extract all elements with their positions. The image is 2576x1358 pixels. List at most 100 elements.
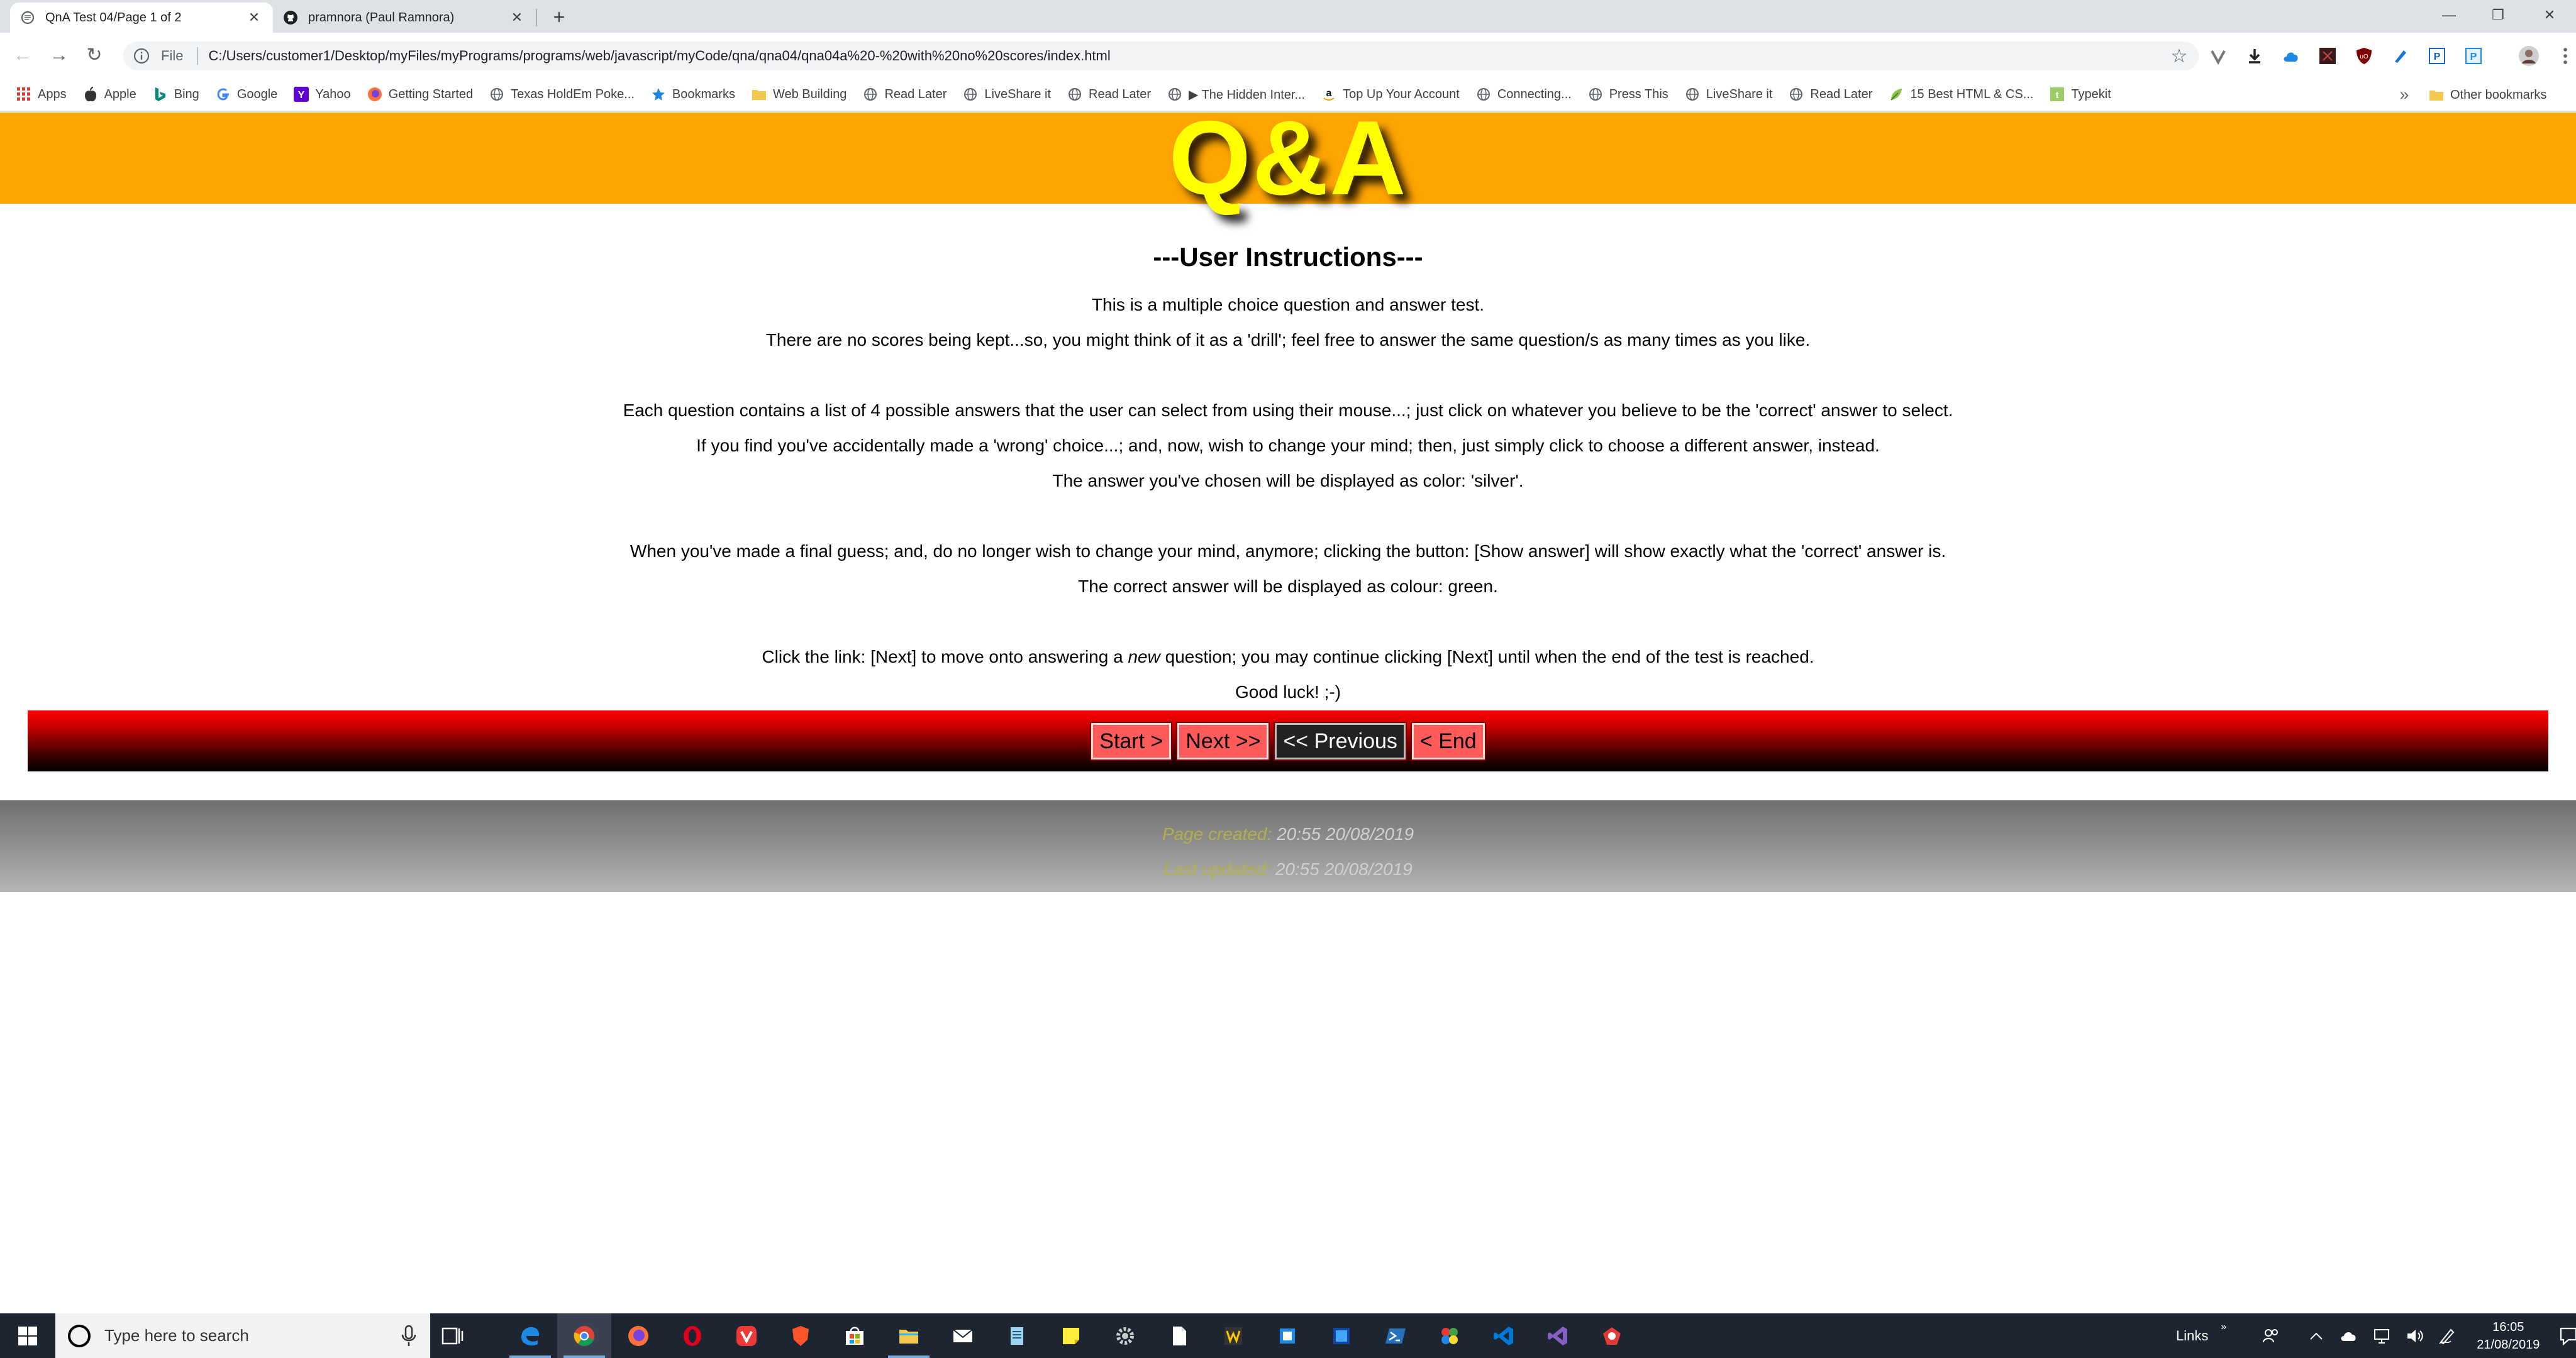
avatar[interactable] bbox=[2518, 45, 2540, 67]
close-icon[interactable]: ✕ bbox=[508, 9, 526, 26]
address-bar[interactable]: File C:/Users/customer1/Desktop/myFiles/… bbox=[123, 41, 2199, 70]
vivaldi-extension-icon[interactable] bbox=[2207, 45, 2229, 67]
taskbar-apps bbox=[503, 1313, 1639, 1358]
bookmark-item[interactable]: Y Yahoo bbox=[294, 87, 351, 102]
back-arrow-icon[interactable]: ← bbox=[9, 41, 36, 69]
bookmark-label: 15 Best HTML & CS... bbox=[1910, 87, 2034, 101]
globe-icon bbox=[863, 87, 878, 102]
bookmark-item[interactable]: LiveShare it bbox=[1685, 87, 1772, 102]
leaf-icon bbox=[1889, 87, 1904, 102]
previous-button[interactable]: << Previous bbox=[1274, 721, 1407, 761]
navigation-bar: Start > Next >> << Previous < End bbox=[28, 710, 2548, 771]
app-red-icon[interactable] bbox=[1585, 1313, 1639, 1358]
page-icon bbox=[21, 11, 35, 25]
windows-start-icon[interactable] bbox=[0, 1313, 55, 1358]
bookmark-item[interactable]: t Typekit bbox=[2050, 87, 2111, 102]
bookmark-item[interactable]: 15 Best HTML & CS... bbox=[1889, 87, 2033, 102]
bookmark-item[interactable]: Read Later bbox=[863, 87, 947, 102]
restore-icon[interactable]: ❐ bbox=[2483, 4, 2513, 26]
vivaldi-icon[interactable] bbox=[719, 1313, 774, 1358]
links-toolbar[interactable]: Links bbox=[2176, 1328, 2208, 1344]
instruction-paragraph: Each question contains a list of 4 possi… bbox=[623, 400, 1953, 420]
document-icon[interactable] bbox=[1152, 1313, 1206, 1358]
app-blue-icon[interactable] bbox=[1260, 1313, 1314, 1358]
brave-icon[interactable] bbox=[774, 1313, 828, 1358]
volume-icon[interactable] bbox=[2405, 1327, 2424, 1345]
bookmark-item[interactable]: Read Later bbox=[1789, 87, 1872, 102]
instruction-paragraph: This is a multiple choice question and a… bbox=[1091, 295, 1485, 314]
tab-active[interactable]: QnA Test 04/Page 1 of 2 ✕ bbox=[10, 3, 273, 33]
tab-inactive[interactable]: pramnora (Paul Ramnora) ✕ bbox=[273, 3, 536, 33]
chrome-icon[interactable] bbox=[557, 1313, 611, 1358]
microphone-icon[interactable] bbox=[400, 1325, 418, 1347]
download-icon[interactable] bbox=[2244, 45, 2265, 67]
file-explorer-icon[interactable] bbox=[882, 1313, 936, 1358]
bookmark-item[interactable]: Texas HoldEm Poke... bbox=[489, 87, 635, 102]
bookmark-item[interactable]: Read Later bbox=[1067, 87, 1151, 102]
start-button[interactable]: Start > bbox=[1090, 721, 1173, 761]
bookmark-item[interactable]: Press This bbox=[1588, 87, 1668, 102]
paint-icon[interactable] bbox=[1423, 1313, 1477, 1358]
clock[interactable]: 16:05 21/08/2019 bbox=[2477, 1318, 2540, 1354]
close-icon[interactable]: ✕ bbox=[245, 9, 263, 26]
links-chevron-icon[interactable]: » bbox=[2221, 1322, 2226, 1333]
store-icon[interactable] bbox=[828, 1313, 882, 1358]
other-bookmarks[interactable]: Other bookmarks bbox=[2429, 78, 2546, 112]
winamp-icon[interactable] bbox=[1206, 1313, 1260, 1358]
p-extension-2-icon[interactable]: P bbox=[2463, 45, 2484, 67]
opera-icon[interactable] bbox=[665, 1313, 719, 1358]
bookmark-item[interactable]: Google bbox=[216, 87, 277, 102]
sticky-notes-icon[interactable] bbox=[1044, 1313, 1098, 1358]
firefox-icon[interactable] bbox=[611, 1313, 665, 1358]
powershell-icon[interactable] bbox=[1368, 1313, 1423, 1358]
next-button[interactable]: Next >> bbox=[1176, 721, 1270, 761]
bookmark-item[interactable]: Apple bbox=[83, 87, 136, 102]
page-content: Q&A ---User Instructions--- This is a mu… bbox=[0, 99, 2576, 1313]
forward-arrow-icon[interactable]: → bbox=[45, 41, 73, 69]
taskbar-search-box[interactable]: Type here to search bbox=[55, 1313, 430, 1358]
reload-icon[interactable]: ↻ bbox=[80, 41, 108, 69]
svg-text:t: t bbox=[2056, 90, 2059, 101]
onedrive-icon[interactable] bbox=[2340, 1327, 2358, 1345]
bookmark-label: Bing bbox=[174, 87, 199, 101]
mail-icon[interactable] bbox=[936, 1313, 990, 1358]
other-bookmarks-label: Other bookmarks bbox=[2450, 87, 2547, 102]
bookmark-item[interactable]: Apps bbox=[16, 87, 67, 102]
notifications-icon[interactable] bbox=[2556, 1323, 2576, 1349]
menu-kebab-icon[interactable] bbox=[2555, 45, 2576, 67]
pen-extension-icon[interactable] bbox=[2390, 45, 2411, 67]
ublock-icon[interactable]: uO bbox=[2353, 45, 2375, 67]
vscode-icon[interactable] bbox=[1477, 1313, 1531, 1358]
bookmark-label: Bookmarks bbox=[672, 87, 735, 101]
cloud-icon[interactable] bbox=[2280, 45, 2302, 67]
bookmark-item[interactable]: Bing bbox=[153, 87, 199, 102]
task-view-icon[interactable] bbox=[440, 1323, 465, 1349]
network-icon[interactable] bbox=[2372, 1327, 2391, 1345]
bookmark-item[interactable]: Bookmarks bbox=[651, 87, 735, 102]
info-icon[interactable] bbox=[132, 47, 151, 65]
people-icon[interactable] bbox=[2262, 1327, 2280, 1345]
settings-gear-icon[interactable] bbox=[1098, 1313, 1152, 1358]
visual-studio-icon[interactable] bbox=[1531, 1313, 1585, 1358]
url-text[interactable]: C:/Users/customer1/Desktop/myFiles/myPro… bbox=[208, 48, 2168, 64]
end-button[interactable]: < End bbox=[1410, 721, 1486, 761]
pen-workspace-icon[interactable] bbox=[2438, 1327, 2457, 1345]
bookmark-item[interactable]: LiveShare it bbox=[963, 87, 1051, 102]
app-blue2-icon[interactable] bbox=[1314, 1313, 1368, 1358]
dark-extension-icon[interactable] bbox=[2317, 45, 2338, 67]
new-tab-plus-icon[interactable]: + bbox=[548, 7, 570, 29]
svg-text:P: P bbox=[2470, 52, 2477, 62]
bookmark-item[interactable]: Connecting... bbox=[1476, 87, 1572, 102]
minimize-icon[interactable]: — bbox=[2434, 4, 2464, 26]
edge-icon[interactable] bbox=[503, 1313, 557, 1358]
site-logo: Q&A bbox=[1169, 99, 1407, 217]
user-instructions: ---User Instructions--- This is a multip… bbox=[0, 238, 2576, 710]
p-extension-icon[interactable]: P bbox=[2426, 45, 2448, 67]
bookmark-item[interactable]: Getting Started bbox=[367, 87, 473, 102]
bookmarks-overflow-chevron-icon[interactable]: » bbox=[2395, 79, 2414, 109]
notepad-icon[interactable] bbox=[990, 1313, 1044, 1358]
chevron-up-icon[interactable] bbox=[2307, 1327, 2326, 1345]
bookmark-item[interactable]: Web Building bbox=[752, 87, 847, 102]
window-close-icon[interactable]: ✕ bbox=[2534, 4, 2565, 26]
bookmark-star-icon[interactable]: ☆ bbox=[2168, 45, 2190, 67]
